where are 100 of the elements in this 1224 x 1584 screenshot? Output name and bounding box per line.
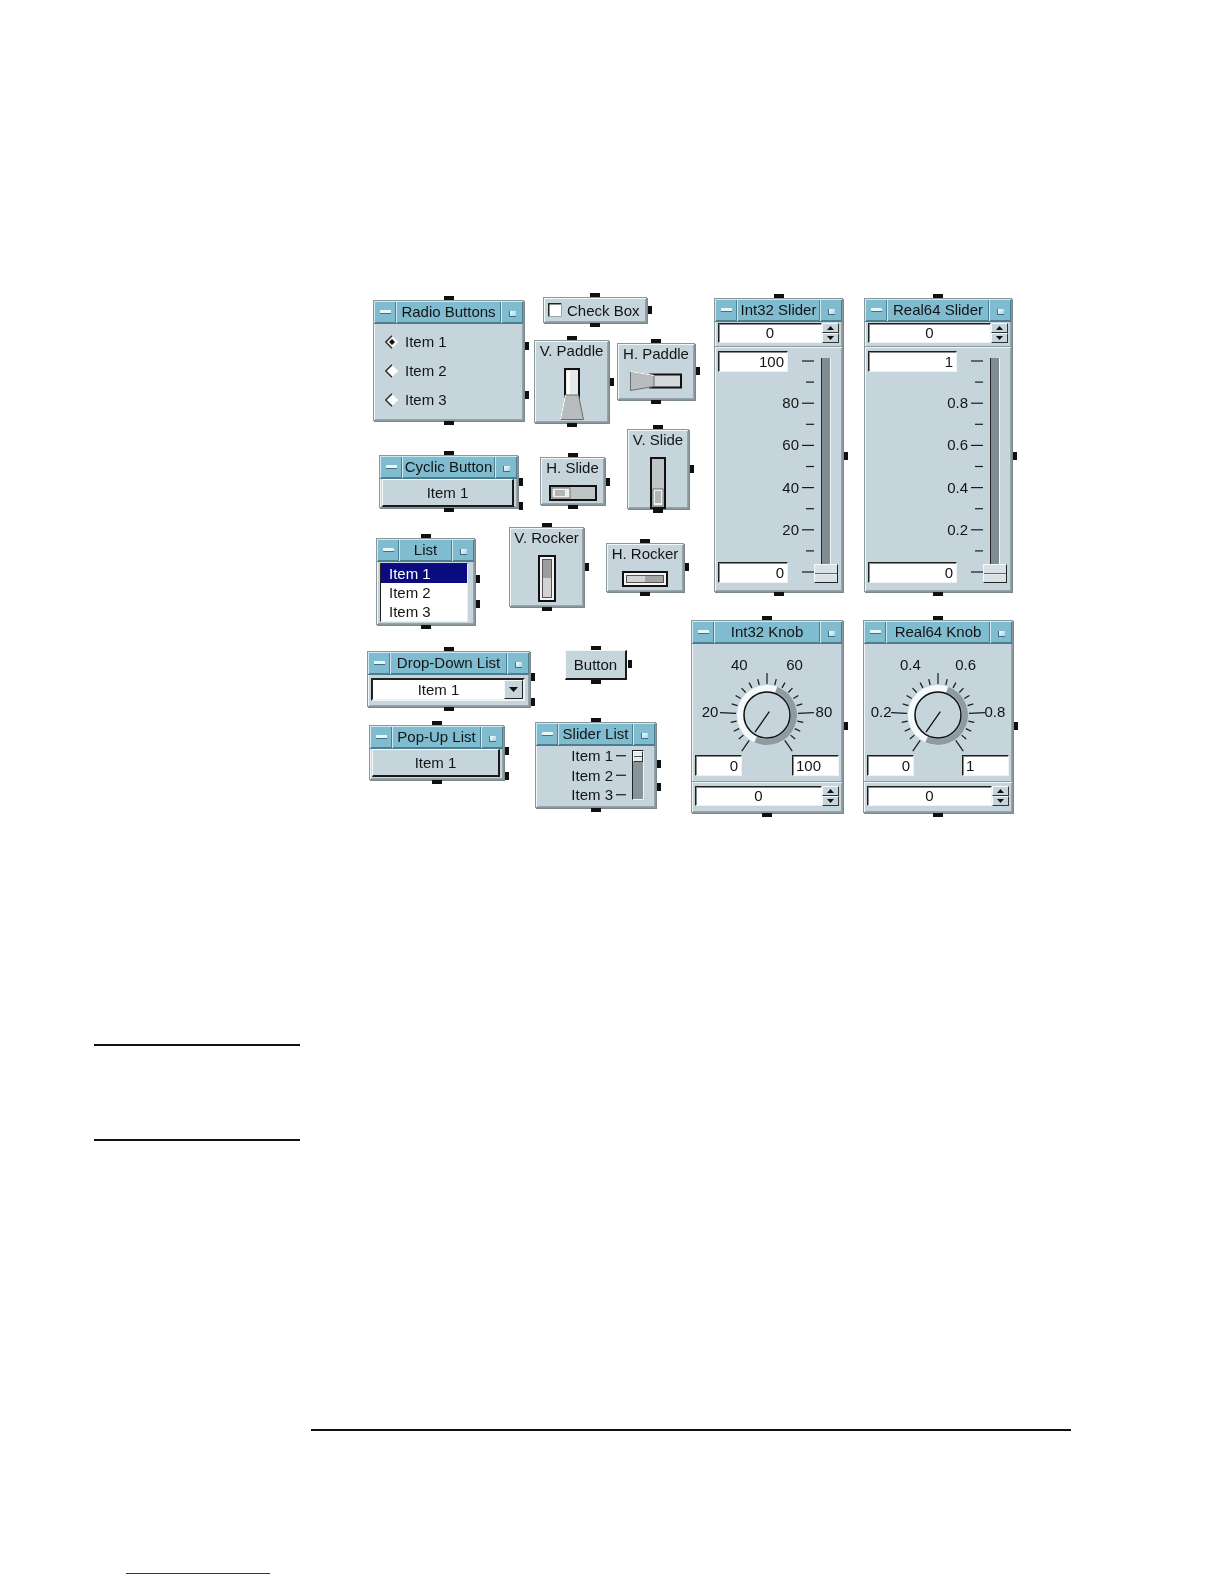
object-menu-button[interactable] [368,652,390,674]
pin-icon [443,451,454,455]
max-field[interactable]: 1 [962,755,1009,776]
object-menu-button[interactable] [865,299,887,321]
rocker-switch[interactable] [537,555,556,602]
pin-icon [590,323,600,327]
minimize-button[interactable] [507,652,529,674]
down-triangle-icon [509,687,518,692]
minimize-button[interactable] [633,723,655,745]
slider-thumb[interactable] [983,564,1007,583]
pin-icon [420,625,431,629]
scale-label: 80 [782,394,799,413]
object-menu-button[interactable] [370,726,392,748]
knob-dial[interactable] [908,685,968,745]
spin-up-button[interactable] [991,323,1008,333]
max-field[interactable]: 100 [792,755,839,776]
value-field[interactable]: 0 [867,786,992,806]
spin-up-button[interactable] [992,786,1009,796]
square-icon [514,661,522,668]
up-triangle-icon [827,326,834,330]
max-field[interactable]: 100 [718,351,788,372]
radio-button[interactable] [385,392,399,407]
control-label: H. Paddle [623,345,689,363]
paddle-switch[interactable] [559,368,584,420]
max-field[interactable]: 1 [868,351,957,372]
object-menu-button[interactable] [692,621,714,643]
minimize-button[interactable] [990,621,1012,643]
object-menu-button[interactable] [374,301,396,323]
panel-title: Drop-Down List [390,652,507,674]
checkbox[interactable] [548,303,562,317]
object-menu-button[interactable] [377,539,399,561]
slider-thumb[interactable] [633,751,643,762]
minimize-button[interactable] [495,456,517,478]
pin-icon [590,808,601,812]
pin-icon [610,378,614,386]
object-menu-button[interactable] [715,299,737,321]
pin-icon [591,646,601,650]
spin-down-button[interactable] [991,333,1008,343]
pin-icon [566,423,577,427]
popup-button[interactable]: Item 1 [372,749,500,777]
min-field[interactable]: 0 [695,755,742,776]
panel-title: Real64 Knob [886,621,990,643]
pin-icon [933,592,943,596]
rocker-switch[interactable] [622,571,668,587]
minimize-button[interactable] [989,299,1011,321]
min-field[interactable]: 0 [718,562,788,583]
radio-button[interactable] [385,363,399,378]
spin-up-button[interactable] [822,786,839,796]
list-item[interactable]: Item 1 [381,564,467,583]
slider-thumb[interactable] [814,564,838,583]
pin-icon [443,647,454,651]
value-field[interactable]: 0 [868,323,991,343]
dropdown-arrow-button[interactable] [504,680,523,699]
control-label: V. Slide [632,431,684,449]
radio-button[interactable] [385,334,399,349]
square-icon [640,732,648,739]
minimize-button[interactable] [452,539,474,561]
square-icon [508,310,516,317]
square-icon [827,308,835,315]
min-field[interactable]: 0 [868,562,957,583]
object-menu-button[interactable] [536,723,558,745]
pin-icon [657,760,661,768]
push-button[interactable]: Button [565,650,627,680]
pin-icon [606,478,610,486]
knob-dial[interactable] [737,685,797,745]
pin-icon [1013,452,1017,460]
minimize-button[interactable] [481,726,503,748]
radio-label: Item 1 [405,333,447,350]
list-item[interactable]: Item 2 [381,583,467,602]
down-triangle-icon [827,799,834,803]
scale-label: 0.2 [947,520,968,539]
dash-icon [720,308,732,312]
cycle-button[interactable]: Item 1 [382,479,514,507]
minimize-button[interactable] [820,621,842,643]
value-field[interactable]: 0 [695,786,822,806]
value-field[interactable]: 0 [718,323,822,343]
list-item[interactable]: Item 3 [381,602,467,621]
spin-down-button[interactable] [822,796,839,806]
control-label: H. Slide [546,459,599,477]
pin-icon [476,600,480,608]
scale-label: 60 [786,656,803,674]
slide-switch[interactable] [650,457,666,509]
paddle-switch[interactable] [630,371,682,391]
slide-switch[interactable] [548,485,597,501]
pin-icon [685,563,689,571]
spin-down-button[interactable] [992,796,1009,806]
spin-up-button[interactable] [822,323,839,333]
pin-icon [590,293,600,297]
pin-icon [525,391,529,399]
pin-icon [566,336,577,340]
minimize-button[interactable] [820,299,842,321]
min-field[interactable]: 0 [867,755,914,776]
dropdown-field[interactable]: Item 1 [371,678,525,701]
down-triangle-icon [827,336,834,340]
object-menu-button[interactable] [380,456,402,478]
spin-down-button[interactable] [822,333,839,343]
minimize-button[interactable] [501,301,523,323]
scale-label: 80 [815,703,833,720]
object-menu-button[interactable] [864,621,886,643]
slider-item-label: Item 2 [571,765,613,785]
